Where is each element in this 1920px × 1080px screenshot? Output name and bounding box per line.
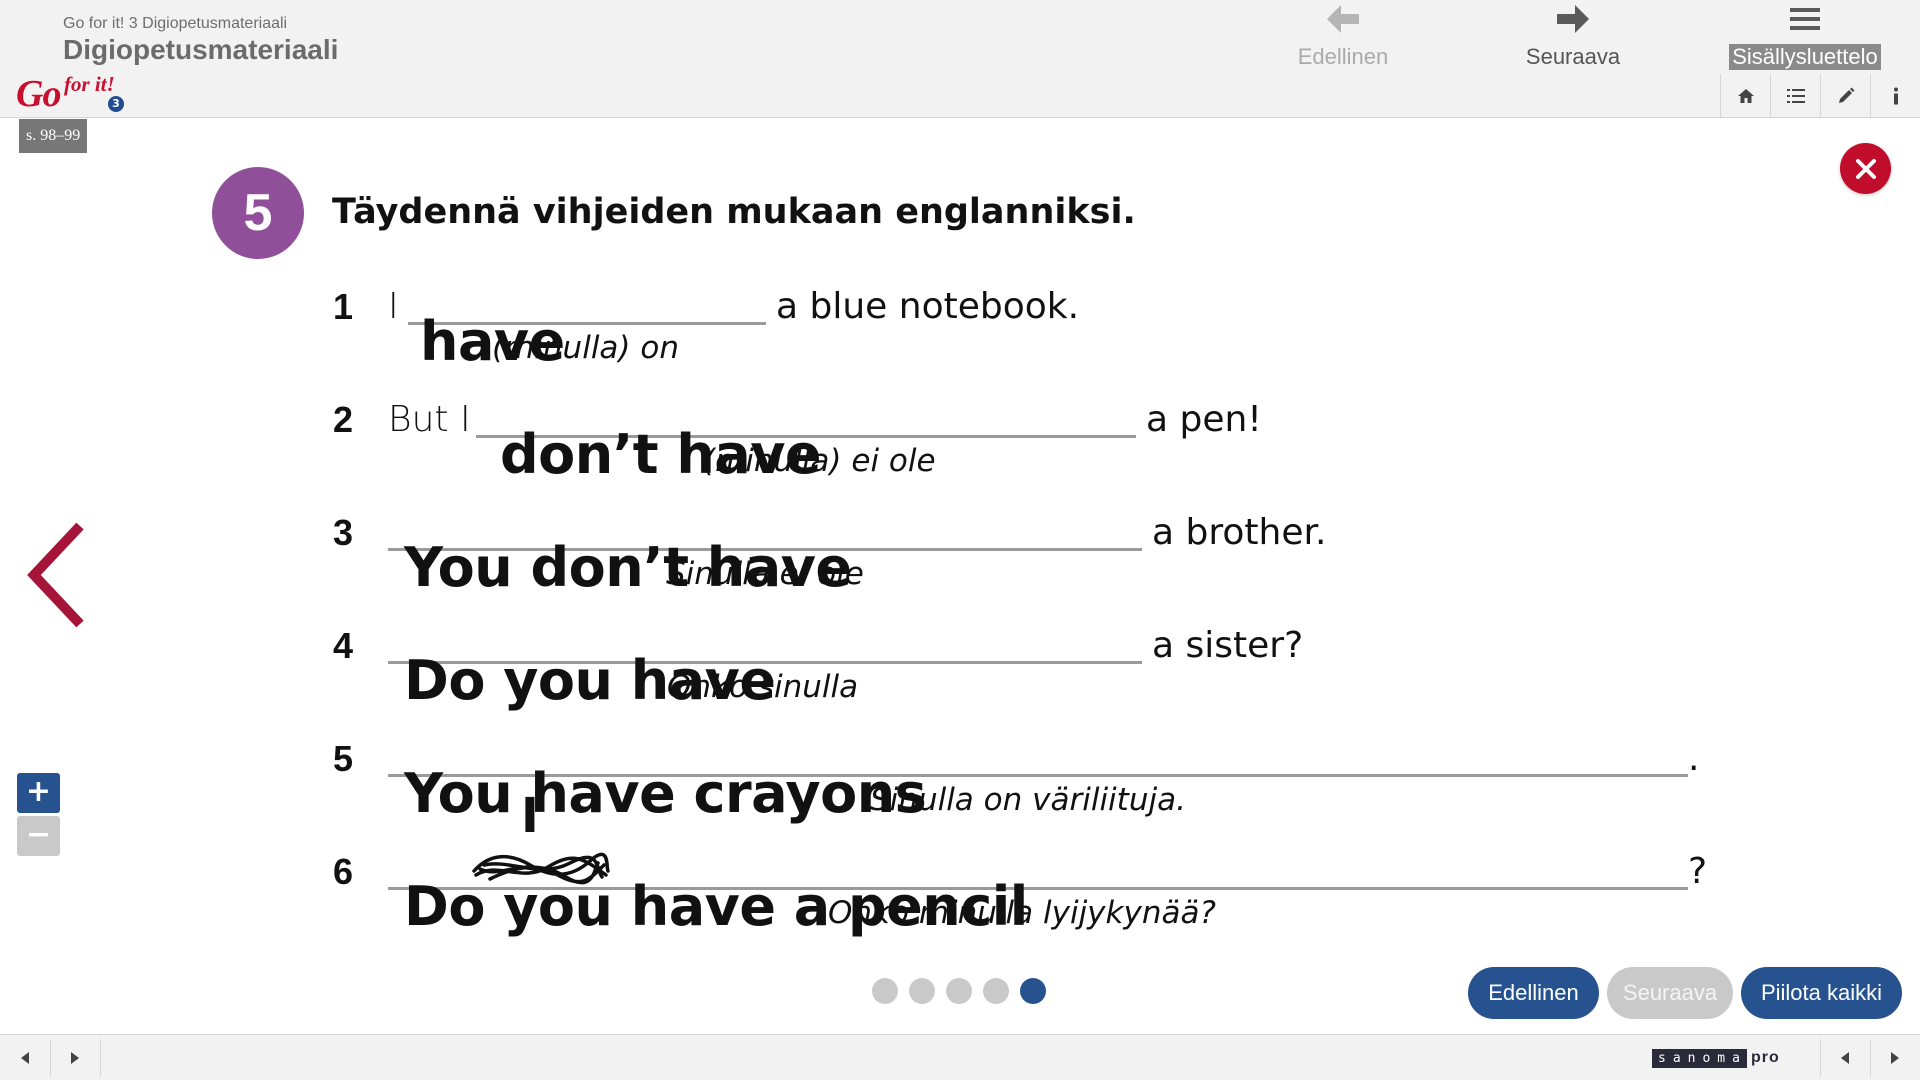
close-button[interactable] (1840, 143, 1891, 194)
logo-forit-text: for it! (64, 72, 115, 96)
item-lead-text: But I (388, 399, 471, 440)
sanoma-brand-text: sanoma (1652, 1048, 1747, 1068)
info-button[interactable] (1870, 74, 1920, 118)
answer-field[interactable]: You have crayons (388, 762, 1688, 825)
answer-field[interactable]: Do you have (388, 649, 1142, 712)
go-for-it-logo: Go for it! 3 (16, 72, 128, 118)
prev-exercise-button[interactable]: Edellinen (1468, 967, 1599, 1019)
exercise-item-5: 5 You have crayons . Sinulla on väriliit… (0, 722, 1920, 832)
header-prev-label: Edellinen (1297, 44, 1389, 69)
pagination-dots (872, 978, 1046, 1004)
item-number: 1 (333, 286, 354, 327)
footer-prev-button[interactable] (0, 1035, 50, 1080)
pencil-icon (1838, 87, 1854, 103)
answer-field[interactable]: don’t have (476, 423, 1136, 486)
footer-page-next-button[interactable] (1870, 1035, 1920, 1080)
logo-number-badge: 3 (108, 96, 124, 112)
close-icon (1855, 158, 1876, 179)
sanoma-pro-text: pro (1750, 1049, 1780, 1066)
item-lead-text: I (388, 286, 399, 327)
item-number: 6 (333, 851, 354, 892)
list-icon (1786, 89, 1805, 103)
arrow-right-icon (1557, 5, 1589, 33)
item-hint: Sinulla ei ole (666, 556, 864, 592)
header-prev-button[interactable]: Edellinen (1248, 2, 1438, 74)
header-toc-button[interactable]: Sisällysluettelo (1710, 2, 1900, 74)
exercise-item-4: 4 Do you have a sister? Onko sinulla (0, 609, 1920, 719)
footer-divider (100, 1039, 101, 1077)
answer-field[interactable]: have (408, 310, 766, 373)
item-hint: (minulla) on (492, 330, 679, 366)
item-tail-text: ? (1688, 851, 1708, 892)
item-number: 4 (333, 625, 354, 666)
chevron-left-icon (27, 522, 84, 628)
exercise-number-badge: 5 (212, 167, 304, 259)
item-number: 3 (333, 512, 354, 553)
app-header: Go for it! 3 Digiopetusmateriaali Digiop… (0, 0, 1920, 118)
item-hint: Onko sinulla (667, 669, 859, 705)
header-toc-label: Sisällysluettelo (1729, 44, 1881, 70)
exercise-item-1: 1 I have a blue notebook. (minulla) on (0, 270, 1920, 380)
item-hint: Onko minulla lyijykynää? (828, 895, 1216, 931)
home-button[interactable] (1720, 74, 1770, 118)
item-tail-text: a pen! (1146, 399, 1262, 440)
header-next-button[interactable]: Seuraava (1478, 2, 1668, 74)
exercise-item-6: 6 Do you have a pencil ? Onko minulla ly… (0, 835, 1920, 945)
item-tail-text: . (1688, 738, 1700, 779)
pagination-dot-1[interactable] (872, 978, 898, 1004)
item-tail-text: a brother. (1152, 512, 1327, 553)
item-hint: (minulla) ei ole (703, 443, 936, 479)
exercise-item-2: 2 But I don’t have a pen! (minulla) ei o… (0, 383, 1920, 493)
triangle-left-icon (1841, 1052, 1849, 1064)
item-tail-text: a sister? (1152, 625, 1304, 666)
header-next-label: Seuraava (1525, 44, 1621, 69)
zoom-out-button[interactable]: − (17, 816, 60, 856)
list-button[interactable] (1770, 74, 1820, 118)
next-exercise-button[interactable]: Seuraava (1607, 967, 1733, 1019)
sanoma-pro-logo: sanoma pro (1652, 1048, 1780, 1068)
brand-subtitle: Go for it! 3 Digiopetusmateriaali (63, 15, 288, 32)
triangle-right-icon (71, 1052, 79, 1064)
item-hint: Sinulla on väriliituja. (870, 782, 1186, 818)
info-icon (1893, 87, 1898, 105)
answer-text: You have crayons (404, 762, 927, 825)
footer-page-prev-button[interactable] (1820, 1035, 1870, 1080)
menu-icon (1790, 8, 1820, 30)
header-toolbar (1720, 74, 1920, 118)
exercise-item-3: 3 You don’t have a brother. Sinulla ei o… (0, 496, 1920, 606)
home-icon (1737, 89, 1754, 103)
item-number: 5 (333, 738, 354, 779)
pagination-dot-3[interactable] (946, 978, 972, 1004)
hide-all-button[interactable]: Piilota kaikki (1741, 967, 1902, 1019)
triangle-right-icon (1891, 1052, 1899, 1064)
handwritten-correction: I (521, 788, 539, 844)
footer-next-button[interactable] (50, 1035, 100, 1080)
pagination-dot-4[interactable] (983, 978, 1009, 1004)
triangle-left-icon (21, 1052, 29, 1064)
brand-title: Digiopetusmateriaali (63, 34, 339, 65)
answer-field[interactable]: You don’t have (388, 536, 1142, 599)
exercise-instruction: Täydennä vihjeiden mukaan englanniksi. (332, 192, 1136, 232)
arrow-left-icon (1327, 5, 1359, 33)
page-reference-badge: s. 98–99 (19, 119, 88, 153)
side-prev-page-button[interactable] (26, 520, 86, 630)
logo-go-text: Go (16, 73, 61, 115)
zoom-in-button[interactable]: + (17, 773, 60, 813)
app-footer: sanoma pro (0, 1034, 1920, 1080)
pencil-button[interactable] (1820, 74, 1870, 118)
item-number: 2 (333, 399, 354, 440)
pagination-dot-2[interactable] (909, 978, 935, 1004)
pagination-dot-5[interactable] (1020, 978, 1046, 1004)
scribble-strikethrough (472, 852, 610, 885)
item-tail-text: a blue notebook. (776, 286, 1080, 327)
